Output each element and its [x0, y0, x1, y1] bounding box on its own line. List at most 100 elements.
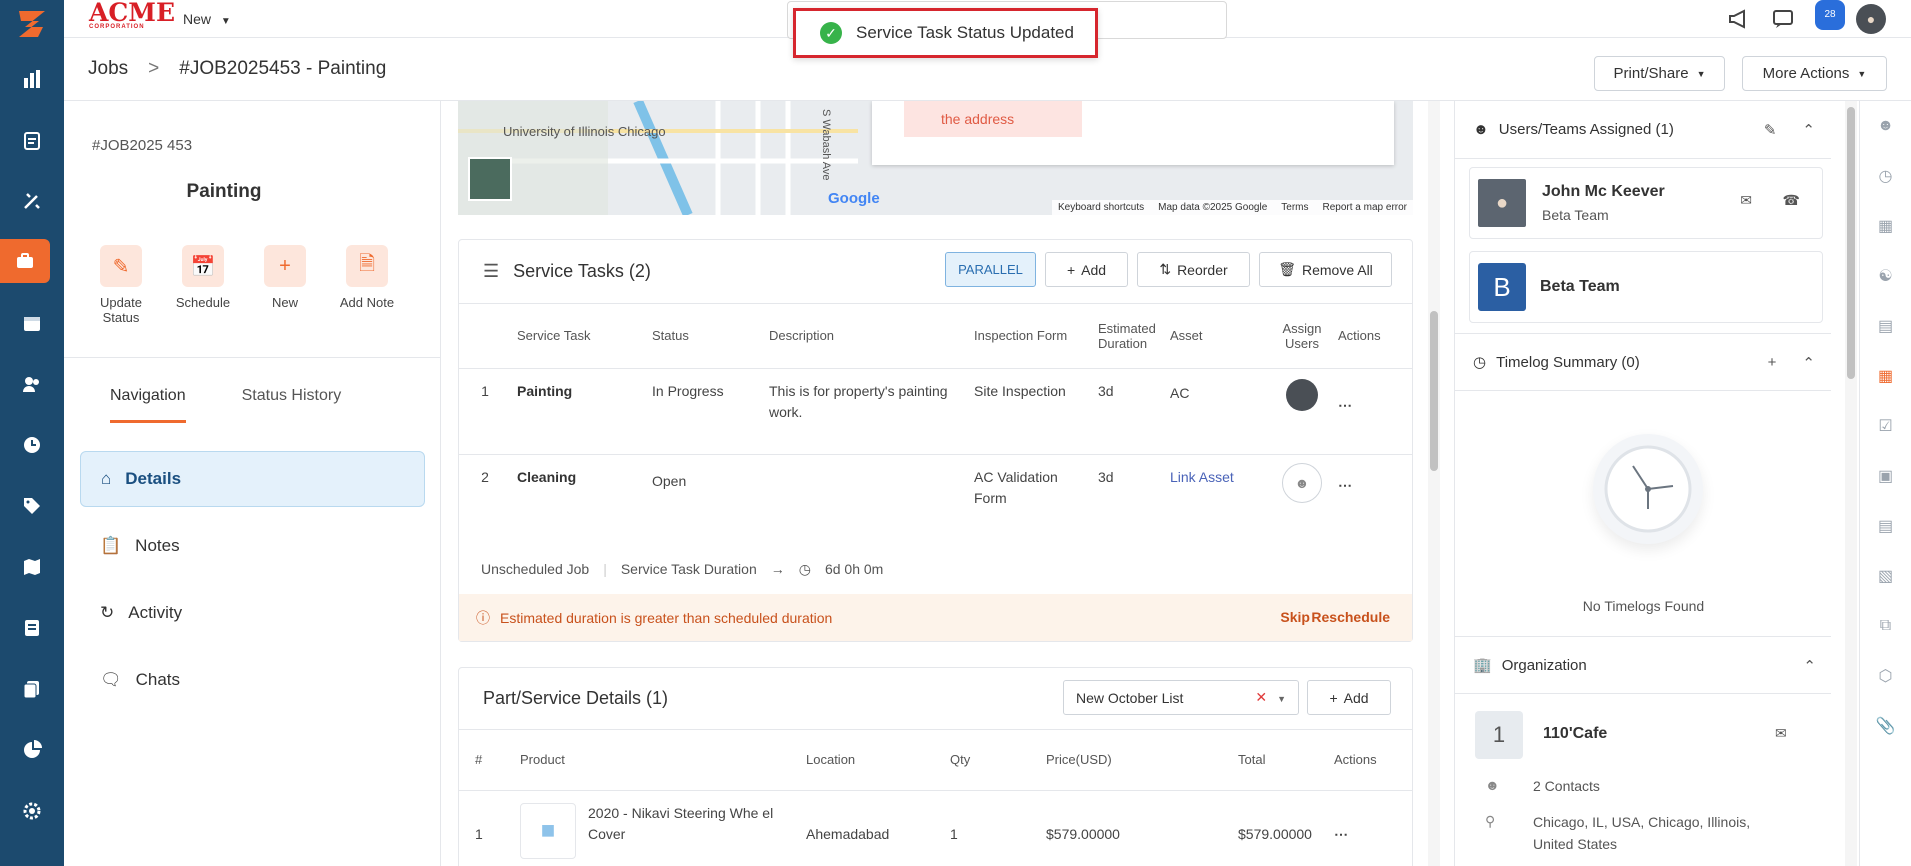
update-status-button[interactable]: ✎ Update Status [86, 245, 156, 325]
nav-item-label: Activity [128, 603, 183, 622]
tools-icon[interactable] [0, 170, 64, 231]
task-name[interactable]: Cleaning [511, 454, 646, 540]
breadcrumb-jobs-link[interactable]: Jobs [88, 58, 128, 80]
clock-icon: ◷ [798, 560, 811, 577]
tags-icon[interactable] [0, 475, 64, 536]
reschedule-button[interactable]: Reschedule [1311, 609, 1390, 625]
col-actions: Actions [1338, 328, 1381, 344]
remove-all-button[interactable]: 🗑 Remove All [1259, 252, 1392, 287]
invoice-icon[interactable] [0, 597, 64, 658]
more-actions-button[interactable]: More Actions ▼ [1742, 56, 1887, 91]
chat-bubble-icon[interactable] [1768, 4, 1798, 34]
mail-icon[interactable]: ✉ [1775, 725, 1787, 742]
timesheet-icon[interactable] [0, 414, 64, 475]
chevron-up-icon[interactable]: ⌃ [1803, 657, 1816, 675]
new-button[interactable]: + New [250, 245, 320, 325]
megaphone-icon[interactable] [1724, 4, 1754, 34]
pencil-icon[interactable]: ✎ [1764, 121, 1777, 139]
mail-icon[interactable]: ✉ [1740, 192, 1752, 209]
package-icon[interactable]: ⬡ [1860, 651, 1911, 701]
contacts-icon[interactable]: ☯ [1860, 251, 1911, 301]
part-qty[interactable]: 1 [944, 790, 1040, 866]
customers-icon[interactable] [0, 353, 64, 414]
expense-icon[interactable]: ▧ [1860, 551, 1911, 601]
task-inspection-form[interactable]: AC Validation Form [968, 454, 1092, 540]
clock-icon[interactable]: ◷ [1860, 151, 1911, 201]
chevron-up-icon[interactable]: ⌃ [1802, 354, 1815, 372]
tab-navigation[interactable]: Navigation [110, 387, 186, 423]
document-icon[interactable]: ▤ [1860, 501, 1911, 551]
plus-icon[interactable]: + [1768, 354, 1777, 372]
schedule-button[interactable]: 📅 Schedule [168, 245, 238, 325]
clear-x-icon[interactable]: ✕ [1255, 689, 1267, 705]
map-terms-link[interactable]: Terms [1281, 202, 1308, 213]
nav-item-chats[interactable]: 🗨 Chats [80, 652, 425, 708]
row-actions-menu-icon[interactable]: ⋯ [1332, 368, 1412, 454]
nav-item-details[interactable]: ⌂ Details [80, 451, 425, 507]
checklist-icon[interactable]: ☑ [1860, 401, 1911, 451]
tab-status-history[interactable]: Status History [242, 387, 342, 423]
row-actions-menu-icon[interactable]: ⋯ [1328, 790, 1412, 866]
chevron-up-icon[interactable]: ⌃ [1802, 121, 1815, 139]
google-logo: Google [828, 190, 880, 207]
user-icon[interactable]: ☻ [1860, 101, 1911, 151]
price-list-select[interactable]: New October List ✕ ▼ [1063, 680, 1299, 715]
task-name[interactable]: Painting [511, 368, 646, 454]
address-warning: the address [904, 101, 1082, 137]
assign-user-icon[interactable]: ☻ [1272, 454, 1332, 540]
calendar-icon[interactable] [0, 292, 64, 353]
check-circle-icon: ✓ [820, 22, 842, 44]
bell-icon[interactable]: 28 [1812, 0, 1845, 34]
phone-icon[interactable]: ☎ [1783, 192, 1800, 209]
organization-name[interactable]: 110'Cafe [1543, 725, 1607, 743]
task-inspection-form[interactable]: Site Inspection [968, 368, 1092, 454]
assigned-team-card[interactable]: B Beta Team [1469, 251, 1823, 323]
keyboard-shortcuts-link[interactable]: Keyboard shortcuts [1058, 202, 1144, 213]
user-avatar[interactable]: ● [1856, 4, 1886, 34]
reorder-button[interactable]: ⇅ Reorder [1137, 252, 1250, 287]
task-status[interactable]: In Progress [646, 368, 763, 454]
nav-item-activity[interactable]: ↻ Activity [80, 585, 425, 641]
task-status[interactable]: Open [646, 454, 763, 540]
quotes-icon[interactable] [0, 109, 64, 170]
brand-logo[interactable]: ACME CORPORATION [89, 0, 175, 31]
id-card-icon[interactable]: ▤ [1860, 301, 1911, 351]
organization-active-icon[interactable]: ▦ [1860, 351, 1911, 401]
copy-icon[interactable]: ⧉ [1860, 601, 1911, 651]
parallel-badge[interactable]: PARALLEL [945, 252, 1036, 287]
attachment-icon[interactable]: 📎 [1860, 701, 1911, 751]
documents-icon[interactable] [0, 658, 64, 719]
app-logo-icon[interactable] [0, 0, 64, 48]
jobs-briefcase-icon[interactable] [0, 239, 50, 283]
organization-contacts[interactable]: 2 Contacts [1533, 778, 1600, 794]
reports-pie-icon[interactable] [0, 719, 64, 780]
map-address-card: the address [872, 101, 1394, 165]
assigned-user-avatar[interactable] [1272, 368, 1332, 454]
table-row[interactable]: 2 Cleaning Open AC Validation Form 3d Li… [459, 454, 1412, 540]
new-dropdown[interactable]: New ▼ [183, 11, 231, 27]
settings-gear-icon[interactable] [0, 780, 64, 841]
add-note-button[interactable]: 🗎 Add Note [332, 245, 402, 325]
map-icon[interactable] [0, 536, 64, 597]
dashboard-icon[interactable] [0, 48, 64, 109]
product-cell[interactable]: ■ 2020 - Nikavi Steering Whe el Cover [514, 790, 800, 866]
main-scrollbar[interactable] [1428, 101, 1440, 866]
briefcase-icon[interactable]: ▣ [1860, 451, 1911, 501]
print-share-button[interactable]: Print/Share ▼ [1594, 56, 1725, 91]
right-scrollbar[interactable] [1845, 101, 1857, 866]
row-actions-menu-icon[interactable]: ⋯ [1332, 454, 1412, 540]
building-icon[interactable]: ▦ [1860, 201, 1911, 251]
add-task-button[interactable]: + Add [1045, 252, 1128, 287]
table-row[interactable]: 1 ■ 2020 - Nikavi Steering Whe el Cover … [459, 790, 1412, 866]
location-map[interactable]: University of Illinois Chicago S Wabash … [458, 101, 1413, 215]
task-asset[interactable]: AC [1164, 368, 1272, 454]
nav-item-notes[interactable]: 📋 Notes [80, 518, 425, 574]
report-map-error-link[interactable]: Report a map error [1323, 202, 1407, 213]
add-part-button[interactable]: + Add [1307, 680, 1391, 715]
table-row[interactable]: 1 Painting In Progress This is for prope… [459, 368, 1412, 454]
assigned-user-card[interactable]: ● John Mc Keever Beta Team ✉ ☎ [1469, 167, 1823, 239]
map-label-university: University of Illinois Chicago [503, 124, 666, 139]
link-asset-link[interactable]: Link Asset [1164, 454, 1272, 540]
skip-button[interactable]: Skip [1280, 609, 1310, 625]
satellite-toggle[interactable] [468, 157, 512, 201]
